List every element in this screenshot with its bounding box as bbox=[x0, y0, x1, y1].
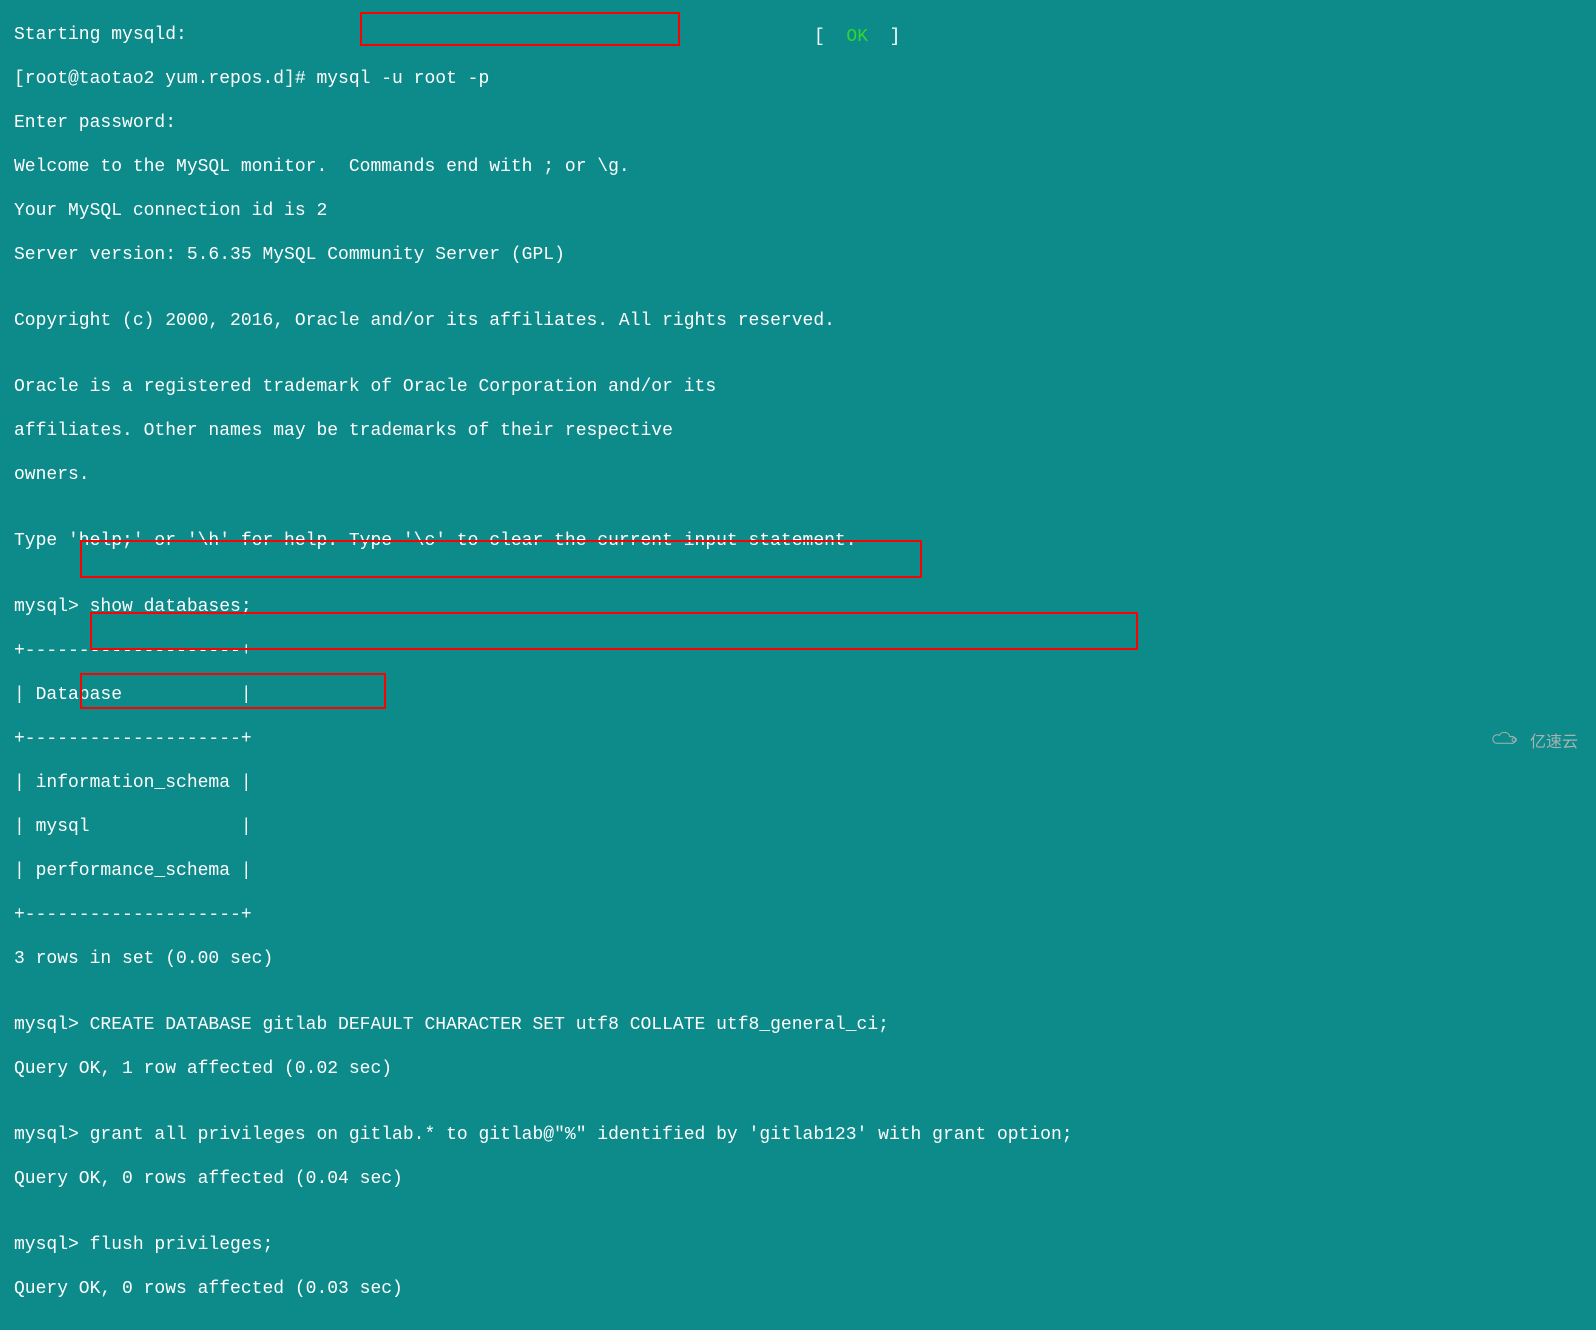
shell-prompt-line: [root@taotao2 yum.repos.d]# mysql -u roo… bbox=[14, 68, 1588, 90]
terminal-line: Copyright (c) 2000, 2016, Oracle and/or … bbox=[14, 310, 1588, 332]
terminal-line: Oracle is a registered trademark of Orac… bbox=[14, 376, 1588, 398]
watermark-text: 亿速云 bbox=[1530, 732, 1578, 754]
terminal-output[interactable]: Starting mysqld: [ OK ] [root@taotao2 yum… bbox=[0, 0, 1596, 1330]
mysql-prompt-line: mysql> CREATE DATABASE gitlab DEFAULT CH… bbox=[14, 1014, 1588, 1036]
mysql-prompt-line: mysql> flush privileges; bbox=[14, 1234, 1588, 1256]
table-border: +--------------------+ bbox=[14, 904, 1588, 926]
status-indicator: [ OK ] bbox=[814, 26, 900, 48]
terminal-line: affiliates. Other names may be trademark… bbox=[14, 420, 1588, 442]
terminal-line: owners. bbox=[14, 464, 1588, 486]
table-header: | Database | bbox=[14, 684, 1588, 706]
terminal-line: Query OK, 0 rows affected (0.04 sec) bbox=[14, 1168, 1588, 1190]
terminal-line: Type 'help;' or '\h' for help. Type '\c'… bbox=[14, 530, 1588, 552]
terminal-line: Query OK, 1 row affected (0.02 sec) bbox=[14, 1058, 1588, 1080]
line-starting: Starting mysqld: bbox=[14, 25, 187, 45]
ok-text: OK bbox=[846, 27, 868, 47]
table-row: | mysql | bbox=[14, 816, 1588, 838]
terminal-line: Server version: 5.6.35 MySQL Community S… bbox=[14, 244, 1588, 266]
terminal-line: Query OK, 0 rows affected (0.03 sec) bbox=[14, 1278, 1588, 1300]
watermark: 亿速云 bbox=[1488, 729, 1578, 756]
terminal-line: Enter password: bbox=[14, 112, 1588, 134]
mysql-prompt-line: mysql> show databases; bbox=[14, 596, 1588, 618]
terminal-line: Welcome to the MySQL monitor. Commands e… bbox=[14, 156, 1588, 178]
terminal-line: Your MySQL connection id is 2 bbox=[14, 200, 1588, 222]
table-border: +--------------------+ bbox=[14, 728, 1588, 750]
cloud-icon bbox=[1488, 729, 1522, 756]
mysql-prompt-line: mysql> grant all privileges on gitlab.* … bbox=[14, 1124, 1588, 1146]
table-border: +--------------------+ bbox=[14, 640, 1588, 662]
table-row: | performance_schema | bbox=[14, 860, 1588, 882]
terminal-line: 3 rows in set (0.00 sec) bbox=[14, 948, 1588, 970]
table-row: | information_schema | bbox=[14, 772, 1588, 794]
